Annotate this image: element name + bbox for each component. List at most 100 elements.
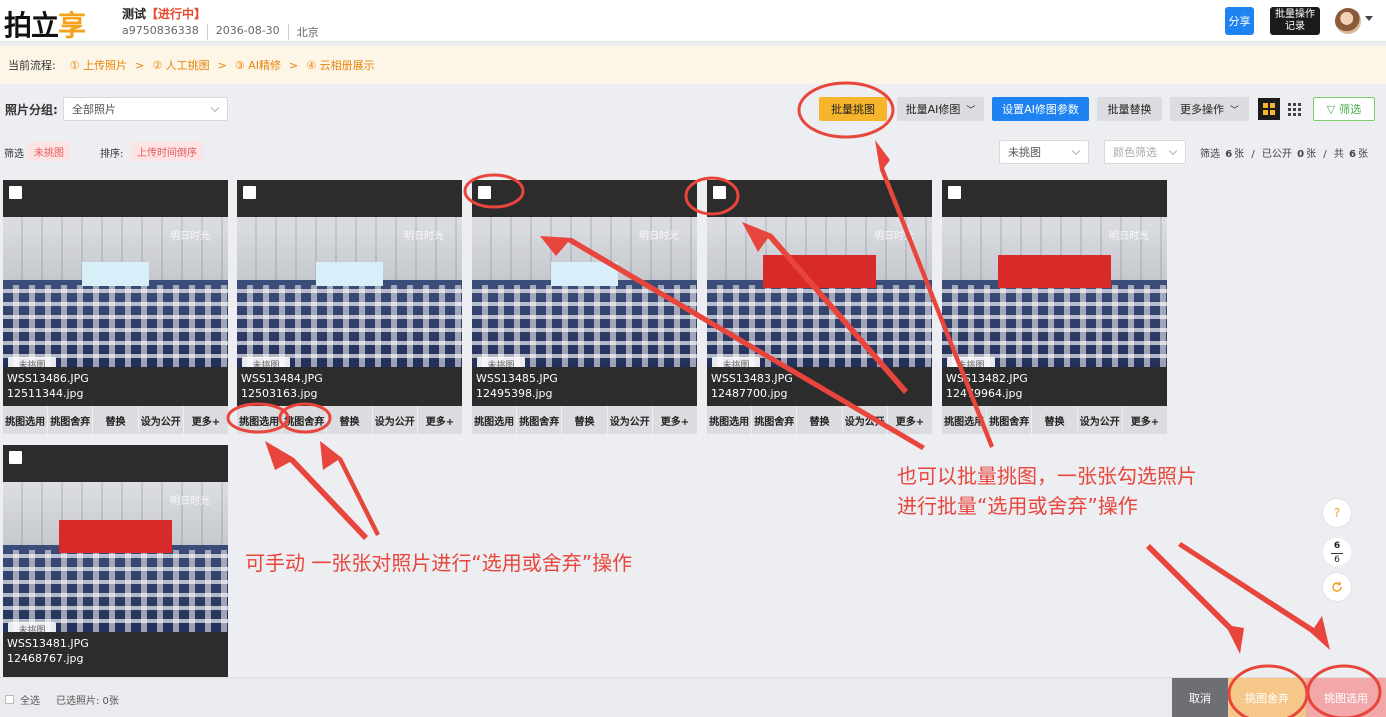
photo-name: WSS13482.JPG xyxy=(946,372,1028,385)
workflow-step-ai[interactable]: ③ AI精修 xyxy=(235,57,281,73)
photo-checkbox[interactable] xyxy=(9,451,22,464)
replace-button[interactable]: 替换 xyxy=(1032,406,1078,434)
pick-select-button[interactable]: 挑图选用 xyxy=(942,406,988,434)
photo-seat-rows xyxy=(3,284,228,367)
photo-card-6[interactable]: 明日时光 未挑图AI未修图未公开 WSS13481.JPG 12468767.j… xyxy=(3,445,228,677)
replace-button[interactable]: 替换 xyxy=(562,406,608,434)
photo-card-3[interactable]: 明日时光 未挑图AI未修图未公开 WSS13485.JPG 12495398.j… xyxy=(472,180,697,434)
photo-stage xyxy=(81,262,150,286)
filter-tag[interactable]: 未挑图 xyxy=(28,142,70,161)
pick-select-button[interactable]: 挑图选用 xyxy=(237,406,283,434)
photo-card-5[interactable]: 明日时光 未挑图AI未修图未公开 WSS13482.JPG 12479964.j… xyxy=(942,180,1167,434)
pick-select-button[interactable]: 挑图选用 xyxy=(472,406,518,434)
more-button[interactable]: 更多+ xyxy=(418,406,462,434)
batch-log-button[interactable]: 批量操作 记录 xyxy=(1270,7,1320,35)
replace-button[interactable]: 替换 xyxy=(797,406,843,434)
photo-checkbox[interactable] xyxy=(478,186,491,199)
photo-checkbox[interactable] xyxy=(9,186,22,199)
replace-button[interactable]: 替换 xyxy=(93,406,139,434)
photo-card-1[interactable]: 明日时光 未挑图AI未修图未公开 WSS13486.JPG 12511344.j… xyxy=(3,180,228,434)
app-logo[interactable]: 拍立享 xyxy=(4,4,86,44)
select-all-label: 全选 xyxy=(20,696,40,707)
count-total-label: 共 xyxy=(1333,149,1344,160)
photo-filename: WSS13481.JPG 12468767.jpg xyxy=(7,636,89,666)
pick-discard-button[interactable]: 挑图舍弃 xyxy=(48,406,94,434)
select-all[interactable]: 全选 已选照片: 0张 xyxy=(5,692,119,707)
more-button[interactable]: 更多+ xyxy=(653,406,697,434)
chevron-down-icon[interactable] xyxy=(1365,16,1373,21)
chevron-down-icon xyxy=(210,103,220,113)
photo-seat-rows xyxy=(472,284,697,367)
more-button[interactable]: 更多+ xyxy=(888,406,932,434)
pick-discard-button[interactable]: 挑图舍弃 xyxy=(752,406,798,434)
photo-filename: WSS13483.JPG 12487700.jpg xyxy=(711,371,793,401)
filter-label: 筛选 xyxy=(4,149,24,160)
photo-name: WSS13486.JPG xyxy=(7,372,89,385)
pick-discard-button[interactable]: 挑图舍弃 xyxy=(282,406,328,434)
set-public-button[interactable]: 设为公开 xyxy=(373,406,418,434)
avatar[interactable] xyxy=(1335,8,1361,34)
sort-tag[interactable]: 上传时间倒序 xyxy=(131,142,203,161)
more-button[interactable]: 更多+ xyxy=(184,406,228,434)
batch-replace-button[interactable]: 批量替换 xyxy=(1097,97,1162,121)
pick-discard-button[interactable]: 挑图舍弃 xyxy=(517,406,563,434)
photo-thumbnail[interactable]: 明日时光 未挑图AI未修图未公开 xyxy=(942,217,1167,367)
batch-discard-button[interactable]: 挑图舍弃 xyxy=(1228,678,1306,717)
photo-actions: 挑图选用 挑图舍弃 替换 设为公开 更多+ xyxy=(3,406,228,434)
annotation-batch-line1: 也可以批量挑图，一张张勾选照片 xyxy=(897,464,1197,488)
ai-params-button[interactable]: 设置AI修图参数 xyxy=(992,97,1089,121)
count-public-label: 已公开 xyxy=(1261,149,1292,160)
set-public-button[interactable]: 设为公开 xyxy=(608,406,653,434)
workflow-step-upload[interactable]: ① 上传照片 xyxy=(70,57,127,73)
replace-button[interactable]: 替换 xyxy=(327,406,373,434)
annotation-arrow xyxy=(1146,544,1244,654)
photo-actions: 挑图选用 挑图舍弃 替换 设为公开 更多+ xyxy=(237,406,462,434)
pick-discard-button[interactable]: 挑图舍弃 xyxy=(987,406,1033,434)
photo-checkbox[interactable] xyxy=(243,186,256,199)
photo-id: 12503163.jpg xyxy=(241,387,318,400)
photo-card-2[interactable]: 明日时光 未挑图AI未修图未公开 WSS13484.JPG 12503163.j… xyxy=(237,180,462,434)
photo-thumbnail[interactable]: 明日时光 未挑图AI未修图未公开 xyxy=(3,482,228,632)
page-divider xyxy=(1331,553,1343,554)
more-ops-button[interactable]: 更多操作 ﹀ xyxy=(1170,97,1249,121)
photo-actions: 挑图选用 挑图舍弃 替换 设为公开 更多+ xyxy=(942,406,1167,434)
photo-thumbnail[interactable]: 明日时光 未挑图AI未修图未公开 xyxy=(472,217,697,367)
grid-large-view-icon[interactable] xyxy=(1258,98,1280,120)
set-public-button[interactable]: 设为公开 xyxy=(1078,406,1123,434)
photo-checkbox[interactable] xyxy=(713,186,726,199)
grid-small-view-icon[interactable] xyxy=(1283,98,1305,120)
photo-stage xyxy=(315,262,384,286)
photo-thumbnail[interactable]: 明日时光 未挑图AI未修图未公开 xyxy=(707,217,932,367)
pick-select-button[interactable]: 挑图选用 xyxy=(3,406,49,434)
group-select[interactable]: 全部照片 xyxy=(63,97,228,121)
workflow-step-pick[interactable]: ② 人工挑图 xyxy=(152,57,209,73)
batch-select-button[interactable]: 挑图选用 xyxy=(1306,678,1386,717)
select-all-checkbox[interactable] xyxy=(5,695,14,704)
filter-button[interactable]: ▽ 筛选 xyxy=(1313,97,1375,121)
batch-ai-button[interactable]: 批量AI修图 ﹀ xyxy=(897,97,984,121)
share-button[interactable]: 分享 xyxy=(1225,7,1254,35)
help-icon[interactable]: ? xyxy=(1323,499,1351,527)
annotation-batch-note: 也可以批量挑图，一张张勾选照片 进行批量“选用或舍弃”操作 xyxy=(897,461,1197,521)
pick-select-button[interactable]: 挑图选用 xyxy=(707,406,753,434)
bottom-bar: 全选 已选照片: 0张 取消 挑图舍弃 挑图选用 xyxy=(0,677,1386,717)
photo-checkbox[interactable] xyxy=(948,186,961,199)
annotation-manual-note: 可手动 一张张对照片进行“选用或舍弃”操作 xyxy=(245,551,633,575)
photo-watermark: 明日时光 xyxy=(639,231,679,242)
photo-thumbnail[interactable]: 明日时光 未挑图AI未修图未公开 xyxy=(3,217,228,367)
annotation-arrow xyxy=(265,441,368,540)
photo-card-4[interactable]: 明日时光 未挑图AI未修图未公开 WSS13483.JPG 12487700.j… xyxy=(707,180,932,434)
set-public-button[interactable]: 设为公开 xyxy=(139,406,184,434)
count-unit: 张 xyxy=(1306,149,1317,160)
photo-thumbnail[interactable]: 明日时光 未挑图AI未修图未公开 xyxy=(237,217,462,367)
pick-status-select[interactable]: 未挑图 xyxy=(999,140,1089,164)
photo-image: 明日时光 xyxy=(237,217,462,367)
refresh-icon[interactable] xyxy=(1323,573,1351,601)
more-button[interactable]: 更多+ xyxy=(1123,406,1167,434)
workflow-step-album[interactable]: ④ 云相册展示 xyxy=(306,57,374,73)
batch-log-line1: 批量操作 xyxy=(1275,9,1315,20)
set-public-button[interactable]: 设为公开 xyxy=(843,406,888,434)
color-filter-select[interactable]: 颜色筛选 xyxy=(1104,140,1186,164)
batch-pick-button[interactable]: 批量挑图 xyxy=(819,97,887,121)
cancel-button[interactable]: 取消 xyxy=(1172,678,1228,717)
